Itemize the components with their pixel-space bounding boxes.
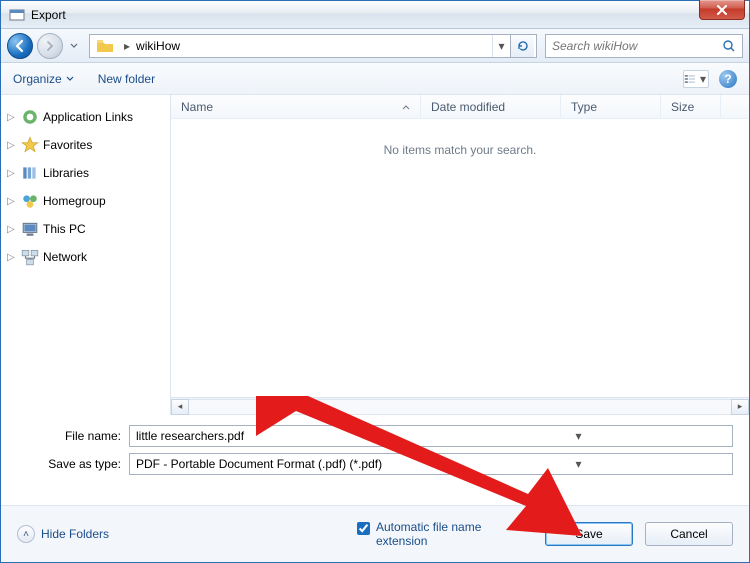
file-list-area: Name Date modified Type Size No items ma…	[171, 95, 749, 415]
nav-tree: ▷ Application Links ▷ Favorites ▷ Librar…	[1, 95, 171, 415]
view-icon	[684, 73, 698, 85]
recent-dropdown[interactable]	[67, 36, 81, 56]
tree-label: Network	[43, 250, 87, 264]
empty-message: No items match your search.	[171, 119, 749, 157]
column-type[interactable]: Type	[561, 95, 661, 118]
tree-item-libraries[interactable]: ▷ Libraries	[5, 159, 166, 187]
libraries-icon	[21, 165, 39, 181]
sort-asc-icon	[402, 104, 410, 110]
column-label: Size	[671, 100, 694, 114]
nav-bar: ▸ wikiHow ▾	[1, 29, 749, 63]
filename-dropdown[interactable]: ▾	[431, 429, 726, 443]
auto-extension-label: Automatic file name extension	[376, 520, 527, 548]
organize-label: Organize	[13, 72, 62, 86]
column-label: Date modified	[431, 100, 505, 114]
tree-item-this-pc[interactable]: ▷ This PC	[5, 215, 166, 243]
saveas-label: Save as type:	[17, 457, 129, 471]
search-icon	[722, 39, 736, 53]
cancel-label: Cancel	[670, 527, 707, 541]
expand-icon[interactable]: ▷	[7, 224, 17, 235]
back-arrow-icon	[13, 39, 27, 53]
expand-icon[interactable]: ▷	[7, 252, 17, 263]
auto-extension-checkbox[interactable]: Automatic file name extension	[357, 520, 527, 548]
hide-folders-button[interactable]: ˄ Hide Folders	[17, 525, 109, 543]
expand-icon[interactable]: ▷	[7, 196, 17, 207]
main-area: ▷ Application Links ▷ Favorites ▷ Librar…	[1, 95, 749, 415]
search-box[interactable]	[545, 34, 743, 58]
save-label: Save	[575, 527, 602, 541]
homegroup-icon	[21, 193, 39, 209]
breadcrumb-location[interactable]: wikiHow	[136, 39, 186, 53]
hide-folders-label: Hide Folders	[41, 527, 109, 541]
saveas-field[interactable]: PDF - Portable Document Format (.pdf) (*…	[129, 453, 733, 475]
chevron-up-icon: ˄	[17, 525, 35, 543]
tree-label: Homegroup	[43, 194, 106, 208]
column-label: Name	[181, 100, 213, 114]
export-dialog: Export ▸ wikiHow ▾	[0, 0, 750, 563]
search-input[interactable]	[552, 39, 722, 53]
forward-arrow-icon	[44, 40, 56, 52]
view-options-button[interactable]: ▾	[683, 70, 709, 88]
filename-value: little researchers.pdf	[136, 429, 431, 443]
forward-button[interactable]	[37, 33, 63, 59]
organize-button[interactable]: Organize	[13, 72, 74, 86]
expand-icon[interactable]: ▷	[7, 112, 17, 123]
tree-item-homegroup[interactable]: ▷ Homegroup	[5, 187, 166, 215]
app-links-icon	[21, 109, 39, 125]
column-headers: Name Date modified Type Size	[171, 95, 749, 119]
column-label: Type	[571, 100, 597, 114]
titlebar: Export	[1, 1, 749, 29]
refresh-icon	[516, 39, 530, 53]
tree-item-network[interactable]: ▷ Network	[5, 243, 166, 271]
network-icon	[21, 249, 39, 265]
column-size[interactable]: Size	[661, 95, 721, 118]
close-button[interactable]	[699, 0, 745, 20]
address-dropdown[interactable]: ▾	[492, 35, 510, 57]
expand-icon[interactable]: ▷	[7, 168, 17, 179]
scroll-right-button[interactable]: ▸	[731, 399, 749, 415]
filename-label: File name:	[17, 429, 129, 443]
folder-icon	[96, 38, 114, 54]
star-icon	[21, 137, 39, 153]
tree-label: Libraries	[43, 166, 89, 180]
save-button[interactable]: Save	[545, 522, 633, 546]
pc-icon	[21, 221, 39, 237]
chevron-down-icon	[66, 76, 74, 82]
help-icon: ?	[724, 72, 731, 86]
refresh-button[interactable]	[510, 35, 534, 57]
app-icon	[9, 7, 25, 23]
new-folder-label: New folder	[98, 72, 155, 86]
help-button[interactable]: ?	[719, 70, 737, 88]
auto-extension-input[interactable]	[357, 522, 370, 535]
tree-label: This PC	[43, 222, 86, 236]
tree-label: Application Links	[43, 110, 133, 124]
column-name[interactable]: Name	[171, 95, 421, 118]
filename-field[interactable]: little researchers.pdf ▾	[129, 425, 733, 447]
toolbar: Organize New folder ▾ ?	[1, 63, 749, 95]
column-date[interactable]: Date modified	[421, 95, 561, 118]
breadcrumb-separator: ▸	[118, 39, 136, 53]
close-icon	[716, 5, 728, 15]
cancel-button[interactable]: Cancel	[645, 522, 733, 546]
scroll-left-button[interactable]: ◂	[171, 399, 189, 415]
address-bar[interactable]: ▸ wikiHow ▾	[89, 34, 537, 58]
saveas-dropdown[interactable]: ▾	[431, 457, 726, 471]
expand-icon[interactable]: ▷	[7, 140, 17, 151]
window-title: Export	[31, 8, 66, 22]
chevron-down-icon	[70, 43, 78, 49]
back-button[interactable]	[7, 33, 33, 59]
horizontal-scrollbar[interactable]: ◂ ▸	[171, 397, 749, 415]
new-folder-button[interactable]: New folder	[98, 72, 155, 86]
tree-label: Favorites	[43, 138, 92, 152]
saveas-value: PDF - Portable Document Format (.pdf) (*…	[136, 457, 431, 471]
scroll-track[interactable]	[189, 399, 731, 415]
tree-item-application-links[interactable]: ▷ Application Links	[5, 103, 166, 131]
save-form: File name: little researchers.pdf ▾ Save…	[1, 415, 749, 485]
bottom-bar: ˄ Hide Folders Automatic file name exten…	[1, 505, 749, 562]
tree-item-favorites[interactable]: ▷ Favorites	[5, 131, 166, 159]
